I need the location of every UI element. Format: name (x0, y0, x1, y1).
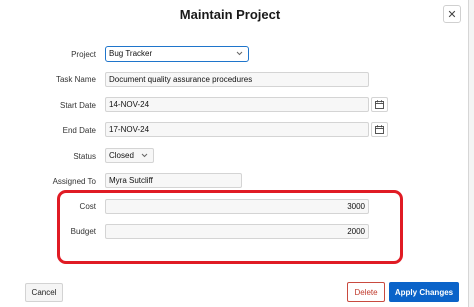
end-date-calendar-button[interactable] (371, 122, 388, 137)
start-date-field[interactable]: 14-NOV-24 (105, 97, 369, 112)
close-icon: ✕ (447, 8, 457, 21)
annotation-highlight-box (57, 190, 403, 264)
start-date-label: Start Date (59, 101, 96, 110)
calendar-icon (375, 100, 384, 109)
assigned-to-label: Assigned To (52, 177, 96, 186)
chevron-down-icon (141, 149, 148, 166)
status-select-value: Closed (109, 151, 134, 160)
delete-button[interactable]: Delete (347, 282, 385, 302)
status-label: Status (73, 152, 96, 161)
chevron-down-icon (236, 47, 243, 64)
end-date-field[interactable]: 17-NOV-24 (105, 122, 369, 137)
project-label: Project (71, 50, 96, 59)
calendar-icon (375, 125, 384, 134)
project-select-value: Bug Tracker (109, 49, 153, 58)
project-select[interactable]: Bug Tracker (105, 46, 249, 62)
task-name-label: Task Name (55, 75, 96, 84)
end-date-label: End Date (62, 126, 96, 135)
status-select[interactable]: Closed (105, 148, 154, 163)
start-date-calendar-button[interactable] (371, 97, 388, 112)
dialog-title: Maintain Project (179, 7, 281, 22)
background-page-edge (468, 0, 474, 307)
close-button[interactable]: ✕ (443, 5, 461, 23)
cancel-button[interactable]: Cancel (25, 283, 63, 302)
task-name-field[interactable]: Document quality assurance procedures (105, 72, 369, 87)
apply-changes-button[interactable]: Apply Changes (389, 282, 459, 302)
assigned-to-field[interactable]: Myra Sutcliff (105, 173, 242, 188)
